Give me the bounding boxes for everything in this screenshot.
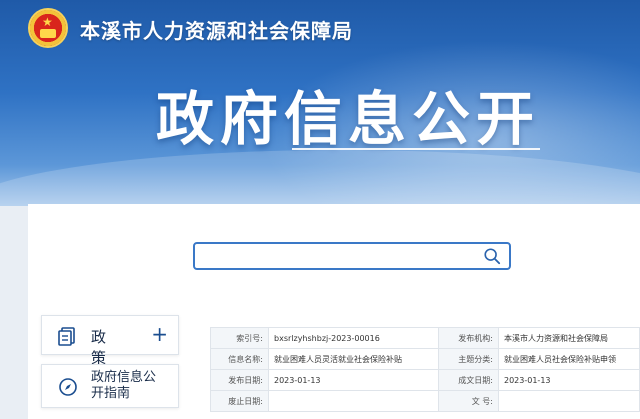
field-label: 发布机构: <box>438 327 499 349</box>
field-value: 2023-01-13 <box>268 369 439 391</box>
sidebar-item-policy[interactable]: 政 策 + <box>41 315 179 367</box>
field-label: 索引号: <box>210 327 269 349</box>
page-title: 政府信息公开 <box>156 85 541 153</box>
field-label: 主题分类: <box>438 348 499 370</box>
info-meta-table: 索引号: bxsrlzyhshbzj-2023-00016 发布机构: 本溪市人… <box>210 327 640 412</box>
table-row: 信息名称: 就业困难人员灵活就业社会保险补贴 主题分类: 就业困难人员社会保险补… <box>210 348 640 370</box>
table-row: 索引号: bxsrlzyhshbzj-2023-00016 发布机构: 本溪市人… <box>210 327 640 349</box>
field-value: 就业困难人员灵活就业社会保险补贴 <box>268 348 439 370</box>
search-icon[interactable] <box>483 247 501 265</box>
org-name[interactable]: 本溪市人力资源和社会保障局 <box>80 15 353 44</box>
document-icon <box>58 327 75 346</box>
field-label: 废止日期: <box>210 390 269 412</box>
compass-icon <box>59 378 77 396</box>
field-value <box>498 390 640 412</box>
field-label: 发布日期: <box>210 369 269 391</box>
field-label: 成文日期: <box>438 369 499 391</box>
header-banner: ★ 本溪市人力资源和社会保障局 政府信息公开 <box>0 0 640 206</box>
field-value: bxsrlzyhshbzj-2023-00016 <box>268 327 439 349</box>
sidebar-item-label: 政府信息公开指南 <box>91 370 157 401</box>
field-value <box>268 390 439 412</box>
field-label: 信息名称: <box>210 348 269 370</box>
expand-plus-icon[interactable]: + <box>151 322 168 346</box>
field-value: 2023-01-13 <box>498 369 640 391</box>
sidebar-item-guide[interactable]: 政府信息公开指南 <box>41 364 179 408</box>
search-input[interactable] <box>193 242 511 270</box>
table-row: 发布日期: 2023-01-13 成文日期: 2023-01-13 <box>210 369 640 391</box>
national-emblem-icon: ★ <box>28 8 68 48</box>
main-content: 政 策 + 政府信息公开指南 索引号: bxsrlzyhshbzj-2023-0… <box>28 204 640 419</box>
field-value: 本溪市人力资源和社会保障局 <box>498 327 640 349</box>
title-underline <box>292 148 540 150</box>
field-label: 文 号: <box>438 390 499 412</box>
field-value: 就业困难人员社会保险补贴申领 <box>498 348 640 370</box>
table-row: 废止日期: 文 号: <box>210 390 640 412</box>
banner-wave <box>0 150 640 206</box>
